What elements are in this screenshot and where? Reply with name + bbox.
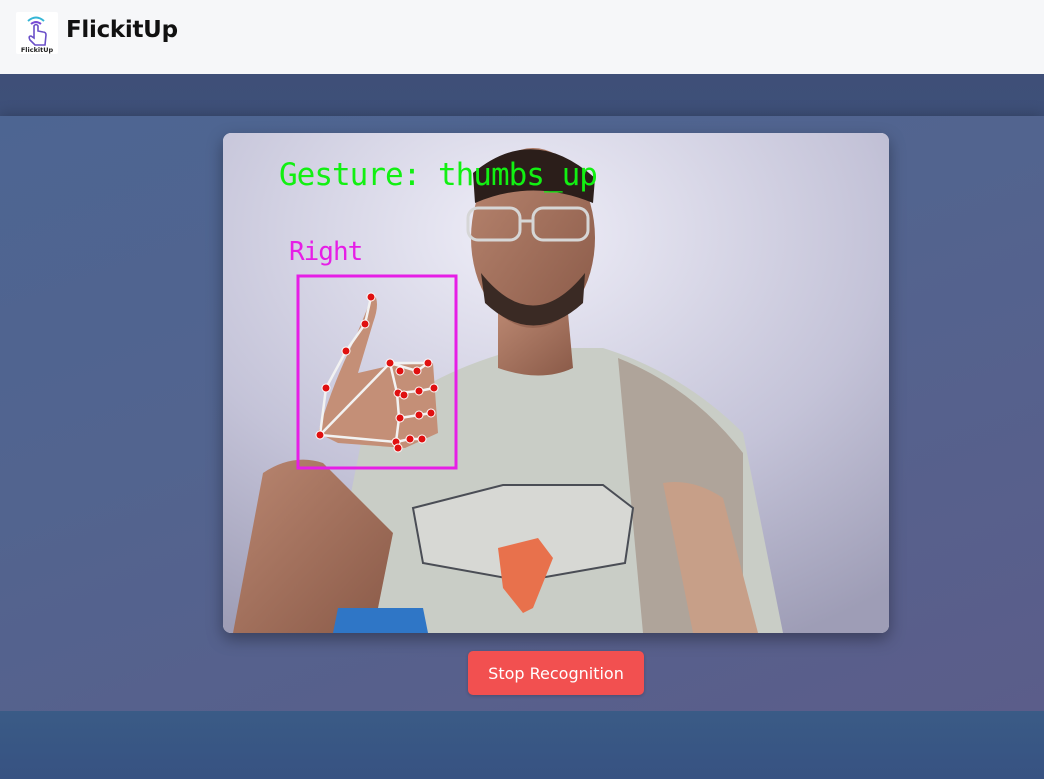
top-band	[0, 74, 1044, 116]
app-title: FlickitUp	[66, 17, 178, 43]
navbar: FlickitUp FlickitUp	[0, 0, 1044, 74]
gesture-overlay: Gesture: thumbs_up	[279, 157, 598, 193]
camera-image	[223, 133, 889, 633]
bottom-band	[0, 711, 1044, 779]
logo-text: FlickitUp	[21, 46, 54, 54]
hand-tap-icon: FlickitUp	[21, 16, 54, 54]
stop-recognition-button[interactable]: Stop Recognition	[468, 651, 644, 695]
camera-feed: Gesture: thumbs_up Right	[223, 133, 889, 633]
hand-label: Right	[289, 237, 363, 267]
app-logo[interactable]: FlickitUp	[16, 12, 58, 54]
